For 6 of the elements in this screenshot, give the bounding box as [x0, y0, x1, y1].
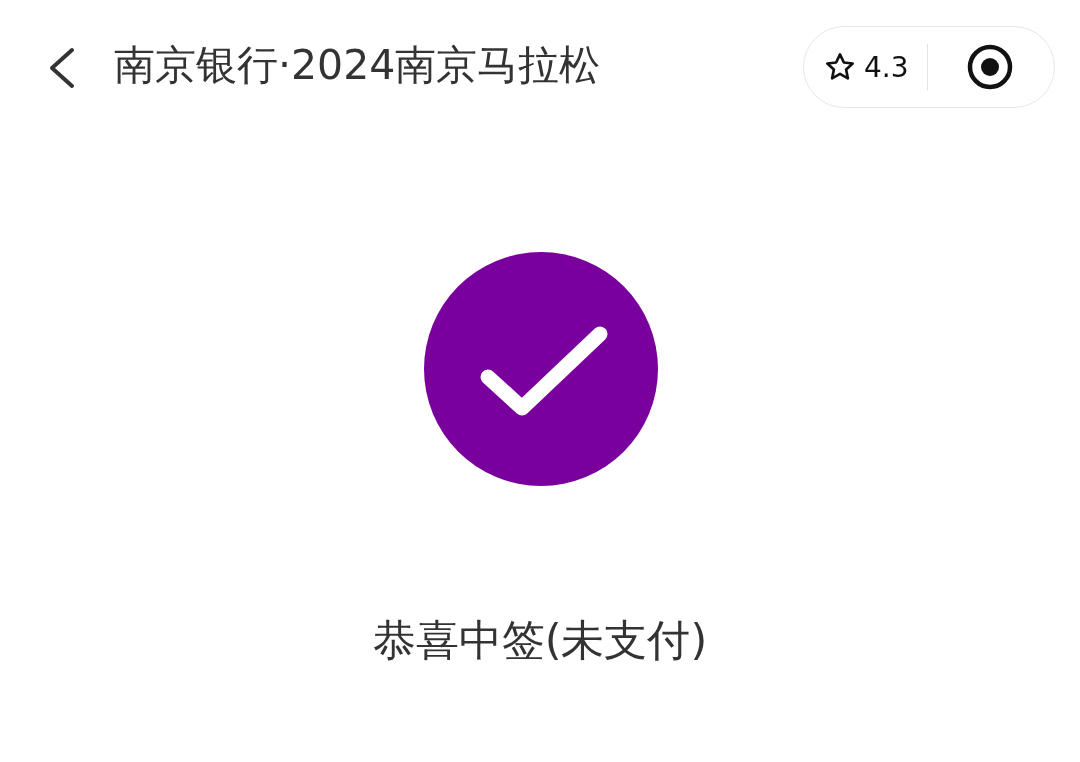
status-text: 恭喜中签(未支付)	[372, 614, 708, 667]
target-icon[interactable]	[966, 43, 1015, 91]
rating-text: 4.3	[864, 50, 909, 84]
star-icon[interactable]	[824, 51, 856, 83]
success-check-icon	[424, 252, 658, 486]
page-title: 南京银行·2024南京马拉松	[114, 39, 602, 91]
